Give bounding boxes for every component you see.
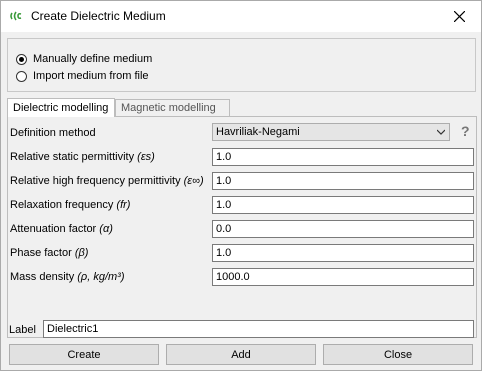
dialog-window: Create Dielectric Medium Manually define… [0,0,482,371]
label-input[interactable]: Dielectric1 [43,320,474,338]
hf-permittivity-input[interactable]: 1.0 [212,172,474,190]
tab-magnetic-modelling[interactable]: Magnetic modelling [115,99,230,116]
window-title: Create Dielectric Medium [31,9,166,23]
attenuation-factor-input[interactable]: 0.0 [212,220,474,238]
definition-method-value: Havriliak-Negami [216,126,300,138]
phase-factor-input[interactable]: 1.0 [212,244,474,262]
definition-method-select[interactable]: Havriliak-Negami [212,123,450,141]
phase-factor-label: Phase factor (β) [10,247,89,259]
chevron-down-icon [437,129,445,135]
mass-density-label: Mass density (ρ, kg/m³) [10,271,125,283]
relaxation-frequency-label: Relaxation frequency (fr) [10,199,131,211]
label-field-label: Label [9,324,36,336]
tab-magnetic-label: Magnetic modelling [121,102,216,114]
close-button-label: Close [383,348,413,361]
hf-permittivity-label: Relative high frequency permittivity (ε∞… [10,175,204,187]
medium-source-group: Manually define medium Import medium fro… [7,38,476,92]
tab-dielectric-label: Dielectric modelling [13,102,109,114]
static-permittivity-input[interactable]: 1.0 [212,148,474,166]
radio-manual-indicator[interactable] [16,53,27,65]
dielectric-tab-pane: Definition method Havriliak-Negami ? Rel… [7,116,477,338]
relaxation-frequency-input[interactable]: 1.0 [212,196,474,214]
radio-manual-label: Manually define medium [33,53,153,65]
radio-import-file[interactable]: Import medium from file [16,68,149,84]
help-icon[interactable]: ? [461,123,473,139]
add-button-label: Add [231,348,251,361]
radio-manual-define[interactable]: Manually define medium [16,51,152,67]
add-button[interactable]: Add [166,344,316,365]
radio-import-label: Import medium from file [33,70,149,82]
window-close-button[interactable] [437,1,481,32]
tab-dielectric-modelling[interactable]: Dielectric modelling [7,98,115,117]
title-bar[interactable]: Create Dielectric Medium [1,1,481,32]
mass-density-input[interactable]: 1000.0 [212,268,474,286]
close-icon [453,11,465,22]
dialog-content: Manually define medium Import medium fro… [1,32,481,370]
cst-logo-icon [10,11,22,21]
create-button[interactable]: Create [9,344,159,365]
radio-import-indicator[interactable] [16,70,27,82]
attenuation-factor-label: Attenuation factor (α) [10,223,113,235]
definition-method-label: Definition method [10,127,96,139]
create-button-label: Create [67,348,101,361]
close-button[interactable]: Close [323,344,473,365]
static-permittivity-label: Relative static permittivity (εs) [10,151,155,163]
